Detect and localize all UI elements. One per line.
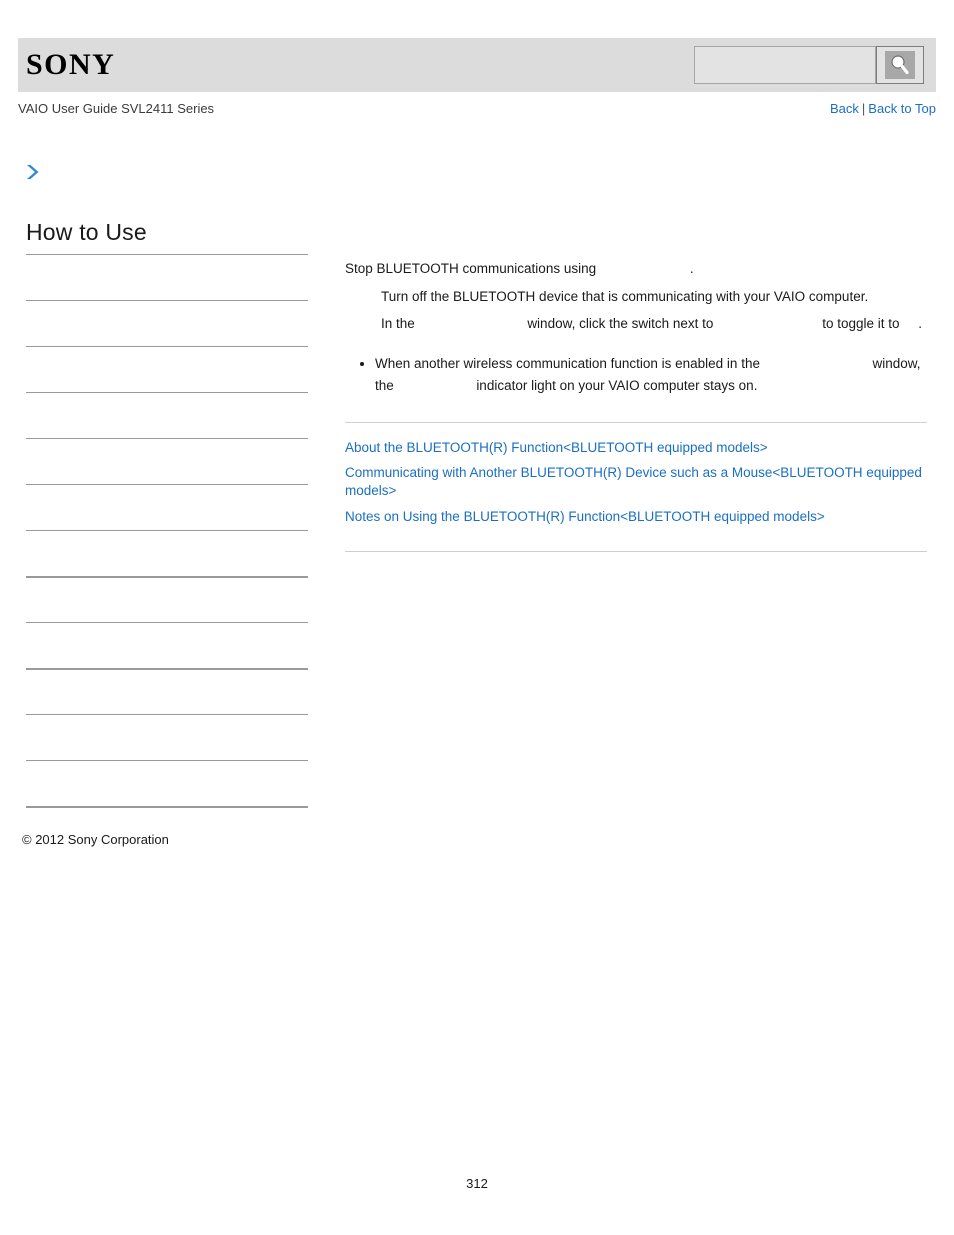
step-2-text-1: In the [381,316,415,332]
lead-text-prefix: Stop BLUETOOTH communications using [345,261,597,276]
step-2-text-4: . [918,316,923,332]
search-icon [885,51,915,79]
notes-list: When another wireless communication func… [345,353,927,396]
note-item-1: When another wireless communication func… [375,353,927,396]
sidebar-item-6[interactable] [26,530,308,576]
content-divider-top [345,421,927,423]
back-to-top-link[interactable]: Back to Top [868,101,936,116]
search-input[interactable] [694,46,876,84]
document-page: SONY VAIO User Guide SVL2411 Series Back… [0,0,954,1235]
sidebar-item-3[interactable] [26,392,308,438]
step-2-text-3: to toggle it to [822,316,900,332]
chevron-right-icon[interactable] [24,165,42,185]
sidebar-item-10[interactable] [26,714,308,760]
main-content: Stop BLUETOOTH communications using . Tu… [345,258,927,552]
copyright-notice: © 2012 Sony Corporation [22,832,169,847]
sidebar: How to Use [26,219,308,809]
search-area [694,46,924,84]
title-row: VAIO User Guide SVL2411 Series Back | Back… [18,101,936,121]
sidebar-item-4[interactable] [26,438,308,484]
header-nav-links: Back | Back to Top [830,101,936,116]
site-header: SONY [18,38,936,92]
sidebar-item-2[interactable] [26,346,308,392]
step-item-1: Turn off the BLUETOOTH device that is co… [381,286,927,308]
related-links: About the BLUETOOTH(R) Function<BLUETOOT… [345,439,927,526]
note-1-text-3: indicator light on your VAIO computer st… [476,377,758,393]
sidebar-heading: How to Use [26,219,147,245]
content-divider-bottom [345,550,927,552]
step-2-text-2: window, click the switch next to [527,316,714,332]
related-link-1[interactable]: About the BLUETOOTH(R) Function<BLUETOOT… [345,439,927,457]
sidebar-item-1[interactable] [26,300,308,346]
sidebar-item-9[interactable] [26,668,308,714]
guide-title: VAIO User Guide SVL2411 Series [18,101,215,116]
sidebar-list-end-rule [26,806,308,809]
nav-separator: | [861,101,866,116]
sidebar-item-7[interactable] [26,576,308,622]
sony-logo: SONY [26,48,116,81]
related-link-3[interactable]: Notes on Using the BLUETOOTH(R) Function… [345,508,927,526]
step-1-text: Turn off the BLUETOOTH device that is co… [381,288,869,304]
sidebar-list [26,254,308,809]
sidebar-item-11[interactable] [26,760,308,806]
sidebar-item-8[interactable] [26,622,308,668]
steps-list: Turn off the BLUETOOTH device that is co… [345,286,927,336]
note-1-text-1: When another wireless communication func… [375,356,760,372]
related-link-2[interactable]: Communicating with Another BLUETOOTH(R) … [345,464,927,500]
sidebar-item-0[interactable] [26,254,308,300]
lead-paragraph: Stop BLUETOOTH communications using . [345,258,927,280]
breadcrumb [24,163,48,187]
back-link[interactable]: Back [830,101,859,116]
search-button[interactable] [876,46,924,84]
page-number: 312 [466,1176,488,1191]
lead-text-suffix: . [689,261,694,276]
step-item-2: In the window, click the switch next to … [381,313,927,335]
sidebar-item-5[interactable] [26,484,308,530]
